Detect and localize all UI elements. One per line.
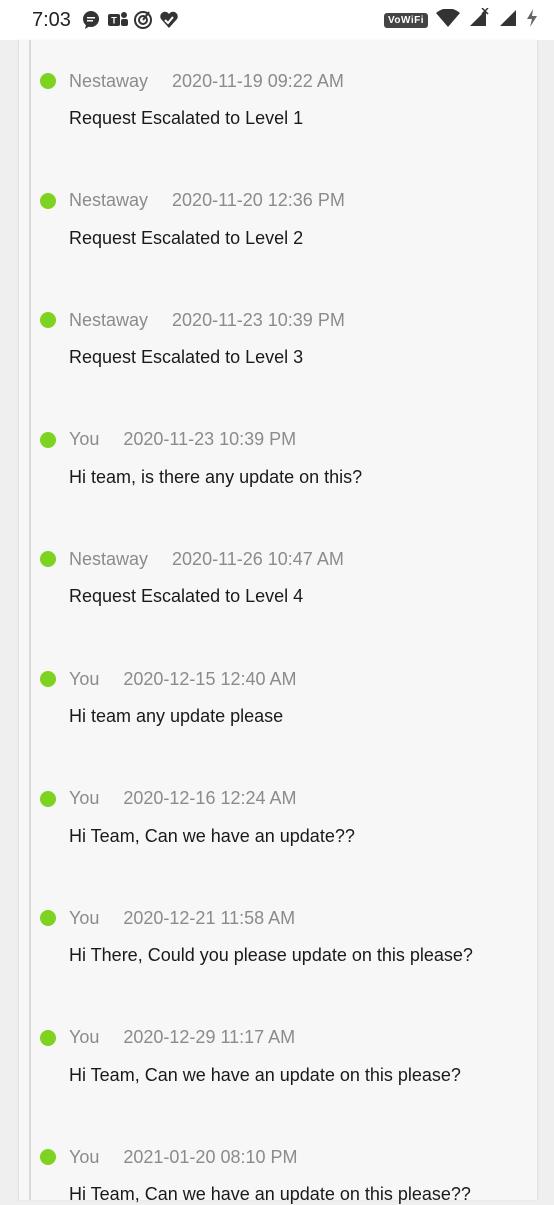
timeline-line	[29, 40, 31, 1200]
entry-author: You	[69, 668, 100, 689]
timeline-dot	[40, 73, 56, 89]
entry-message: Hi Team, Can we have an update on this p…	[69, 1064, 461, 1085]
entry-timestamp: 2020-12-29 11:17 AM	[123, 1027, 296, 1048]
timeline-entry-meta: You 2020-12-15 12:40 AM	[69, 660, 297, 698]
timeline-entry-meta: Nestaway 2020-11-26 10:47 AM	[69, 540, 344, 578]
timeline-dot	[40, 192, 56, 209]
svg-text:T: T	[111, 16, 117, 26]
entry-timestamp: 2020-11-20 12:36 PM	[172, 190, 345, 211]
signal-icon	[498, 8, 518, 33]
entry-message: Hi team, is there any update on this?	[69, 466, 363, 487]
entry-message: Request Escalated to Level 1	[69, 108, 304, 128]
entry-message: Request Escalated to Level 4	[69, 586, 304, 607]
entry-message: Request Escalated to Level 3	[69, 347, 304, 368]
entry-message: Hi team any update please	[69, 706, 284, 726]
entry-author: Nestaway	[69, 309, 149, 330]
timeline-entry-meta: You 2021-01-20 08:10 PM	[69, 1138, 298, 1176]
entry-timestamp: 2020-11-26 10:47 AM	[172, 548, 344, 569]
timeline-dot	[40, 790, 56, 807]
vowifi-badge: VoWiFi	[383, 12, 428, 28]
entry-author: You	[69, 788, 100, 809]
timeline-entry-meta: You 2020-12-29 11:17 AM	[69, 1019, 295, 1057]
timeline-dot	[40, 671, 56, 687]
entry-timestamp: 2020-12-16 12:24 AM	[123, 788, 297, 809]
signal-x-icon	[468, 6, 490, 33]
entry-message: Request Escalated to Level 2	[69, 227, 304, 248]
entry-timestamp: 2020-12-21 11:58 AM	[123, 907, 296, 928]
status-time: 7:03	[32, 8, 71, 31]
entry-message: Hi There, Could you please update on thi…	[69, 945, 473, 966]
entry-message: Hi Team, Can we have an update on this p…	[69, 1184, 471, 1205]
timeline-entry-meta: You 2020-12-16 12:24 AM	[69, 780, 297, 818]
music-target-icon	[133, 10, 153, 30]
entry-timestamp: 2020-11-23 10:39 PM	[123, 429, 297, 450]
teams-icon: T	[107, 10, 128, 30]
charging-icon	[526, 8, 538, 33]
status-right-icons: VoWiFi	[383, 6, 538, 33]
timeline-dot	[40, 431, 56, 448]
status-bar: 7:03 T VoWiFi	[0, 0, 554, 40]
timeline-entry-meta: Nestaway 2020-11-20 12:36 PM	[69, 182, 345, 220]
entry-author: Nestaway	[69, 548, 149, 569]
timeline-entry-meta: Nestaway 2020-11-23 10:39 PM	[69, 301, 345, 339]
entry-author: You	[69, 1146, 100, 1167]
entry-timestamp: 2021-01-20 08:10 PM	[123, 1146, 298, 1167]
timeline-entry-meta: Nestaway 2020-11-19 09:22 AM	[69, 62, 344, 100]
entry-author: You	[69, 1027, 100, 1048]
heart-check-icon	[159, 10, 179, 30]
entry-author: You	[69, 907, 100, 928]
entry-author: Nestaway	[69, 190, 149, 211]
chat-bubble-icon	[81, 10, 101, 30]
entry-author: You	[69, 429, 100, 450]
wifi-icon	[436, 7, 460, 32]
entry-timestamp: 2020-12-15 12:40 AM	[123, 668, 297, 689]
timeline-dot	[40, 1029, 56, 1046]
timeline-entry-meta: You 2020-12-21 11:58 AM	[69, 899, 295, 937]
entry-timestamp: 2020-11-23 10:39 PM	[172, 309, 345, 330]
timeline-entry-meta: You 2020-11-23 10:39 PM	[69, 421, 296, 459]
entry-timestamp: 2020-11-19 09:22 AM	[172, 70, 344, 91]
entry-message: Hi Team, Can we have an update??	[69, 825, 355, 846]
entry-author: Nestaway	[69, 70, 149, 91]
